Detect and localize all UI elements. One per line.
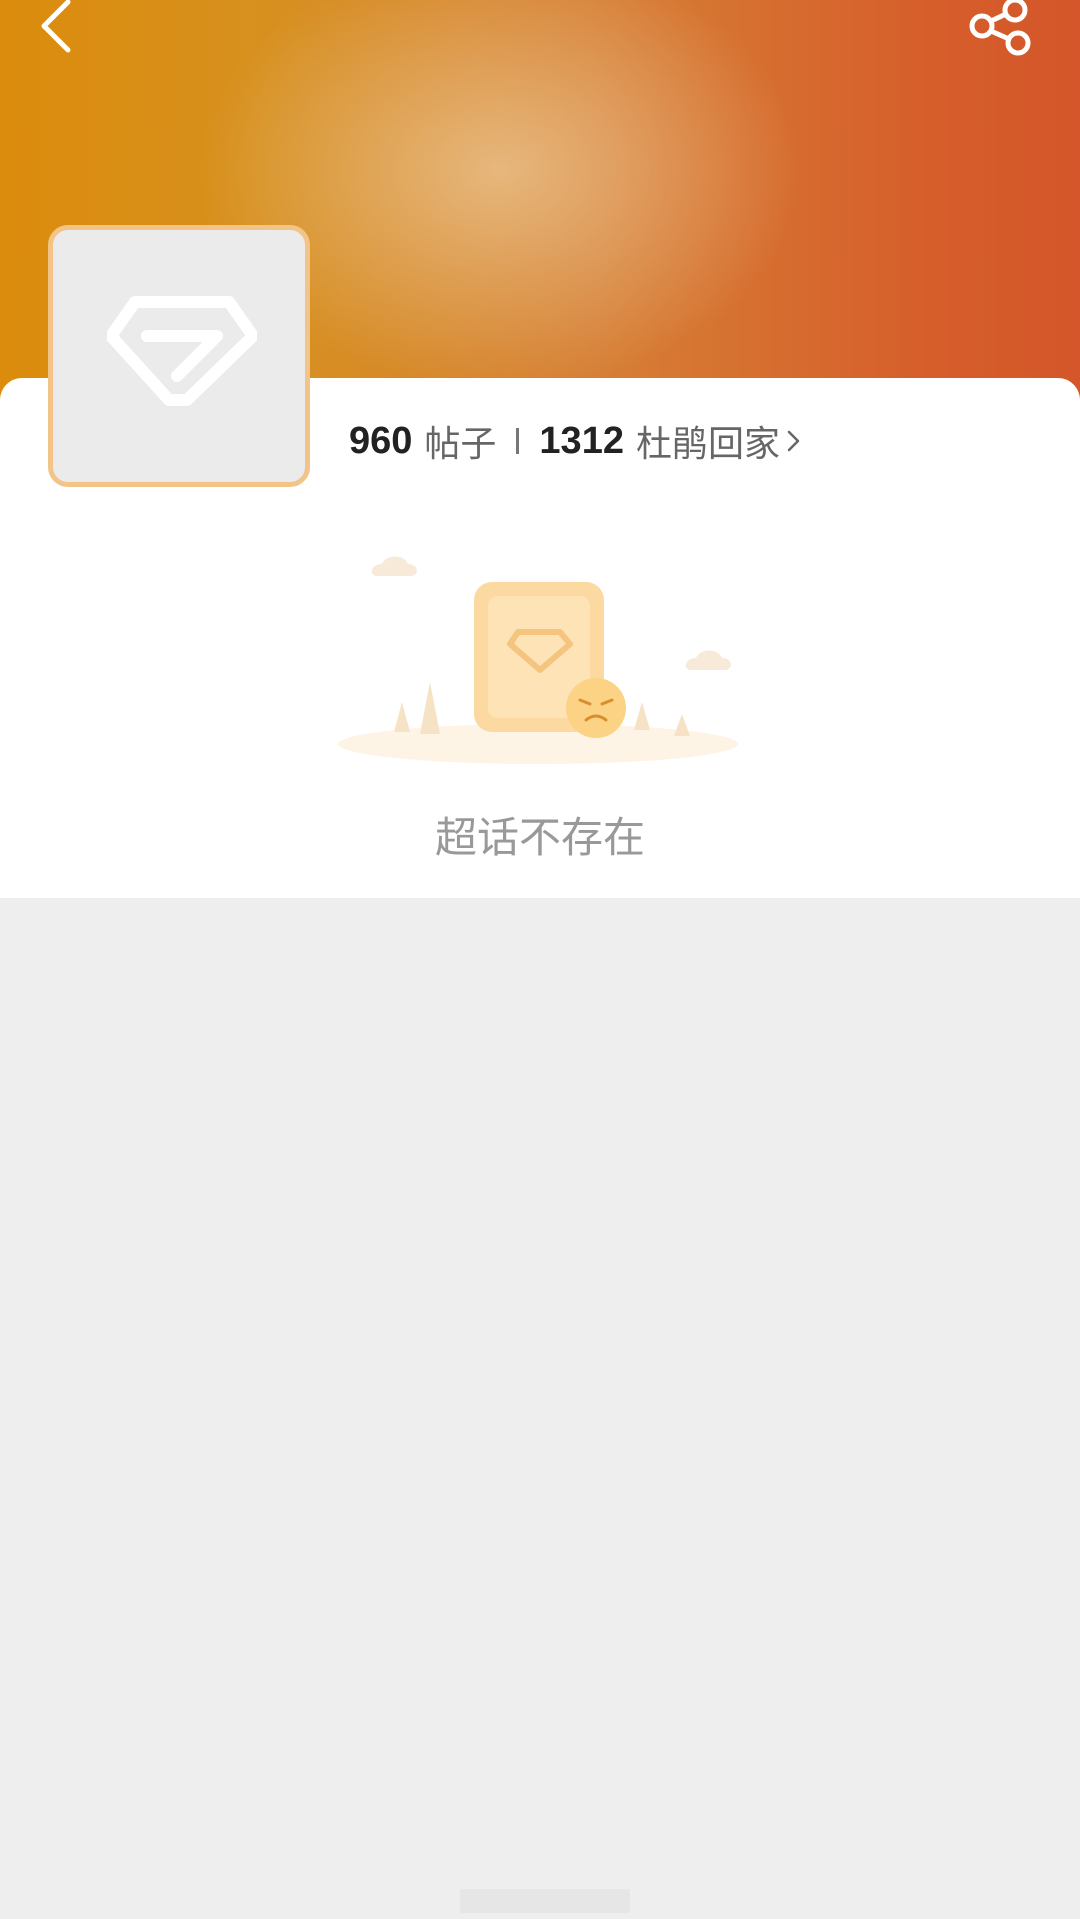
posts-label: 帖子 [424,424,497,465]
back-button[interactable] [32,0,92,64]
topic-stats[interactable]: 960 帖子 1312 杜鹃回家 [349,413,802,469]
fans-label: 杜鹃回家 [635,424,780,465]
chevron-left-icon [41,0,71,53]
topic-avatar [48,225,310,487]
posts-count: 960 [349,419,413,462]
sad-document-icon [338,556,738,764]
share-button[interactable] [962,0,1038,64]
empty-state-message: 超话不存在 [434,813,645,862]
home-indicator[interactable] [460,1889,630,1913]
empty-illustration [318,552,758,772]
stats-divider [516,428,520,454]
chevron-right-icon [787,430,800,452]
share-icon [969,0,1031,56]
fans-count: 1312 [539,419,624,462]
diamond-icon [107,296,257,406]
